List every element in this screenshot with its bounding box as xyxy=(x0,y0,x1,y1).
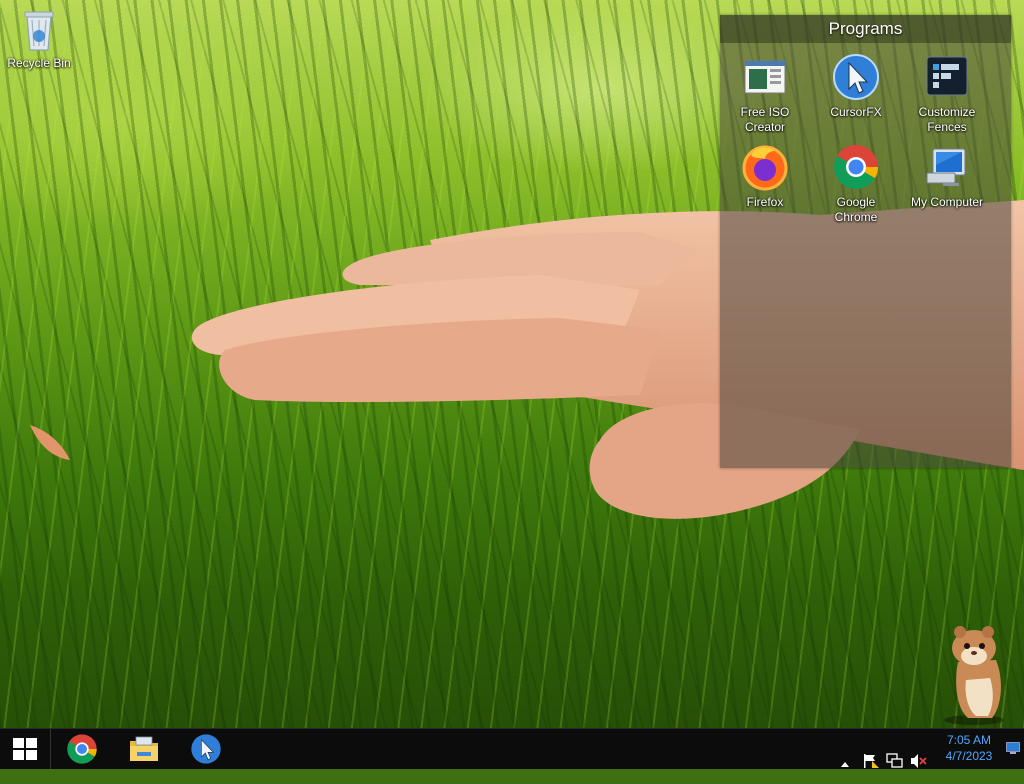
fence-item-label: Free ISO xyxy=(740,105,790,119)
fence-item-firefox[interactable]: Firefox xyxy=(719,143,811,210)
fence-item-label: CursorFX xyxy=(830,105,882,119)
chrome-icon xyxy=(832,143,880,191)
desktop-icon-recycle-bin[interactable]: Recycle Bin xyxy=(1,6,77,70)
fence-item-label: Firefox xyxy=(746,195,784,209)
fence-item-google-chrome[interactable]: Google Chrome xyxy=(810,143,902,225)
file-explorer-icon xyxy=(130,736,158,761)
taskbar: 7:05 AM 4/7/2023 xyxy=(0,728,1024,769)
programs-fence[interactable]: Programs Free ISO Creator CursorFX Custo… xyxy=(720,15,1011,468)
fence-item-label-2: Fences xyxy=(927,120,967,134)
fence-item-free-iso-creator[interactable]: Free ISO Creator xyxy=(719,53,811,135)
fences-icon xyxy=(923,53,971,101)
firefox-icon xyxy=(741,143,789,191)
taskbar-separator xyxy=(50,729,51,769)
taskbar-clock[interactable]: 7:05 AM 4/7/2023 xyxy=(936,732,1002,764)
fence-item-label: Google xyxy=(836,195,876,209)
fence-item-cursorfx[interactable]: CursorFX xyxy=(810,53,902,120)
windows-logo-icon xyxy=(13,738,37,760)
action-center-flag-icon[interactable] xyxy=(862,741,880,781)
computer-icon xyxy=(923,143,971,191)
fence-item-customize-fences[interactable]: Customize Fences xyxy=(901,53,993,135)
fence-item-label: My Computer xyxy=(910,195,984,209)
recycle-bin-label: Recycle Bin xyxy=(7,56,71,70)
chrome-icon xyxy=(67,734,97,764)
taskbar-chrome-button[interactable] xyxy=(54,729,108,769)
fence-item-my-computer[interactable]: My Computer xyxy=(901,143,993,210)
recycle-bin-icon xyxy=(15,6,63,54)
free-iso-creator-icon xyxy=(741,53,789,101)
volume-muted-icon[interactable] xyxy=(910,741,928,781)
start-button[interactable] xyxy=(0,729,50,769)
taskbar-cursorfx-button[interactable] xyxy=(178,729,232,769)
cursorfx-icon xyxy=(832,53,880,101)
cursorfx-icon xyxy=(191,734,221,764)
hamster-desktop-pet-icon[interactable] xyxy=(930,622,1010,726)
fence-item-label-2: Chrome xyxy=(834,210,878,224)
fence-item-label: Customize xyxy=(918,105,976,119)
fence-title[interactable]: Programs xyxy=(720,15,1011,43)
network-icon[interactable] xyxy=(886,741,904,781)
fence-item-label-2: Creator xyxy=(744,120,785,134)
show-desktop-icon[interactable] xyxy=(1006,742,1020,754)
taskbar-file-explorer-button[interactable] xyxy=(116,729,170,769)
chevron-up-icon[interactable] xyxy=(840,744,850,784)
clock-time: 7:05 AM xyxy=(946,733,992,747)
clock-date: 4/7/2023 xyxy=(945,749,993,763)
